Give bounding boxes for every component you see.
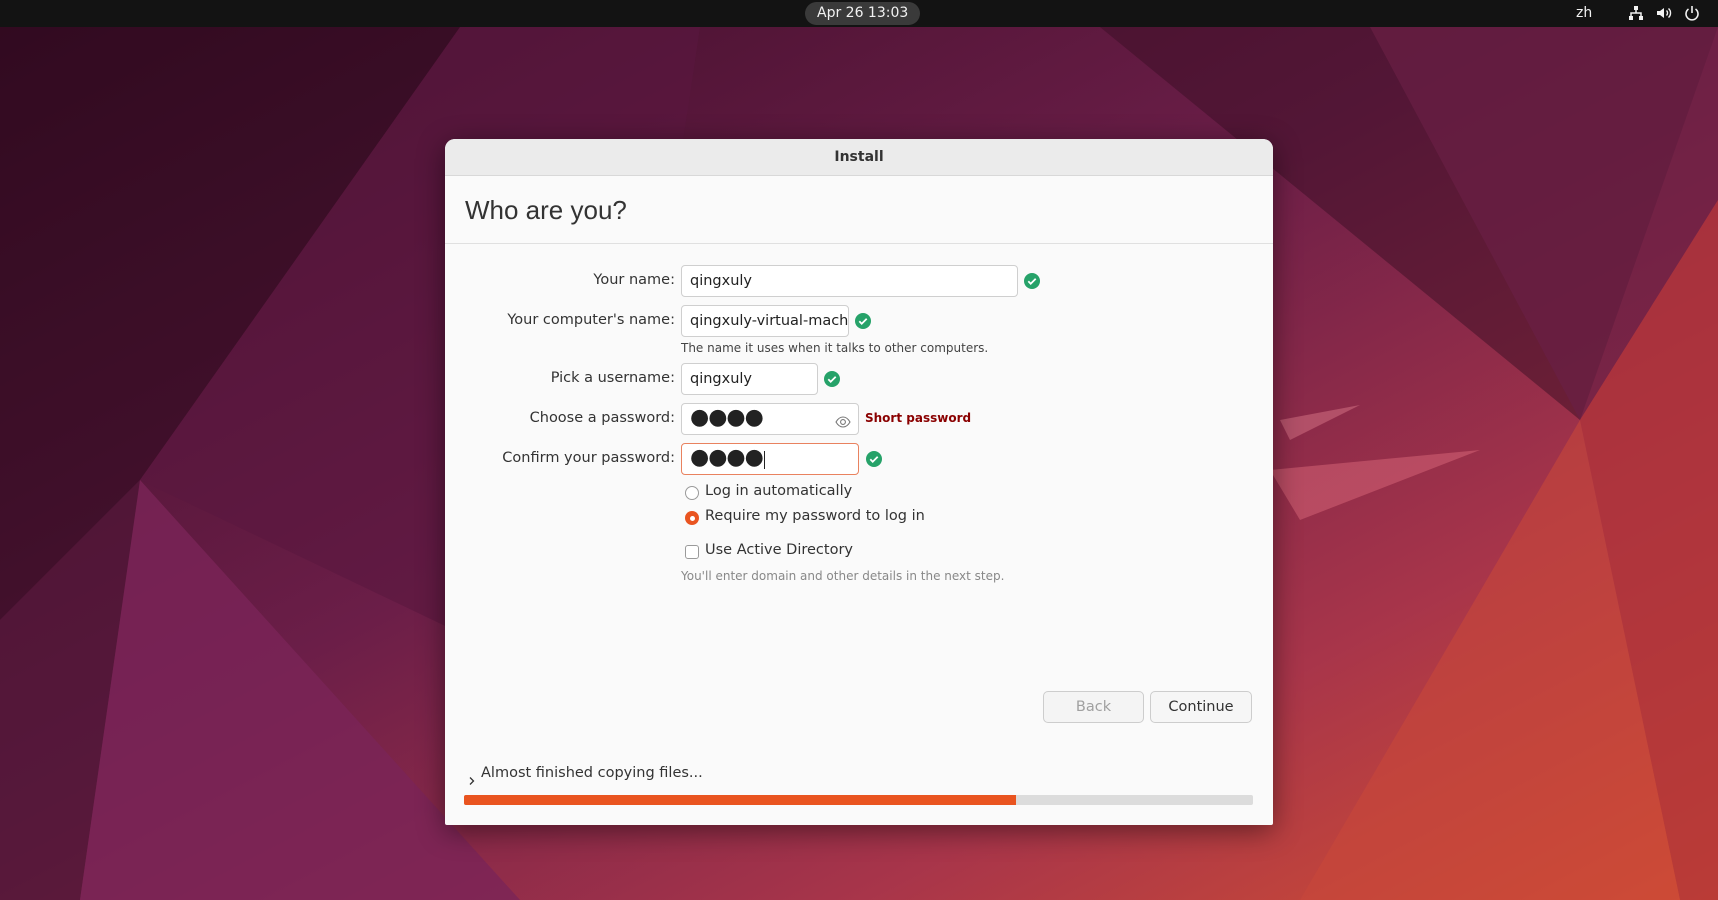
divider bbox=[445, 243, 1273, 244]
active-directory-checkbox[interactable] bbox=[685, 545, 699, 559]
network-icon[interactable] bbox=[1627, 4, 1645, 22]
back-button[interactable]: Back bbox=[1043, 691, 1144, 723]
text-cursor bbox=[763, 451, 765, 469]
password-strength-warning: Short password bbox=[865, 411, 972, 425]
password-label: Choose a password: bbox=[529, 410, 675, 426]
confirm-password-value: ●●●● bbox=[690, 445, 764, 470]
active-directory-label[interactable]: Use Active Directory bbox=[705, 542, 853, 558]
progress-status[interactable]: Almost finished copying files... bbox=[481, 765, 703, 781]
power-icon[interactable] bbox=[1683, 4, 1701, 22]
valid-check-icon bbox=[824, 371, 840, 387]
input-language-indicator[interactable]: zh bbox=[1576, 0, 1592, 27]
auto-login-radio[interactable] bbox=[685, 486, 699, 500]
confirm-password-label: Confirm your password: bbox=[502, 450, 675, 466]
show-password-eye-icon[interactable] bbox=[835, 411, 851, 428]
your-name-label: Your name: bbox=[593, 272, 675, 288]
valid-check-icon bbox=[1024, 273, 1040, 289]
clock[interactable]: Apr 26 13:03 bbox=[805, 2, 921, 25]
volume-icon[interactable] bbox=[1655, 4, 1673, 22]
your-name-input[interactable]: qingxuly bbox=[681, 265, 1018, 297]
computer-name-input[interactable]: qingxuly-virtual-machine bbox=[681, 305, 849, 337]
auto-login-label[interactable]: Log in automatically bbox=[705, 483, 852, 499]
password-value: ●●●● bbox=[690, 405, 764, 430]
installer-window: Install Who are you? Your name: qingxuly… bbox=[445, 139, 1273, 825]
require-password-label[interactable]: Require my password to log in bbox=[705, 508, 925, 524]
valid-check-icon bbox=[866, 451, 882, 467]
chevron-right-icon[interactable] bbox=[467, 771, 477, 785]
window-title: Install bbox=[445, 139, 1273, 176]
computer-name-hint: The name it uses when it talks to other … bbox=[681, 341, 989, 355]
page-title: Who are you? bbox=[465, 195, 627, 225]
valid-check-icon bbox=[855, 313, 871, 329]
confirm-password-input[interactable]: ●●●● bbox=[681, 443, 859, 475]
password-input[interactable]: ●●●● bbox=[681, 403, 859, 435]
require-password-radio[interactable] bbox=[685, 511, 699, 525]
active-directory-hint: You'll enter domain and other details in… bbox=[681, 569, 1005, 583]
username-input[interactable]: qingxuly bbox=[681, 363, 818, 395]
computer-name-label: Your computer's name: bbox=[507, 312, 675, 328]
top-bar: Apr 26 13:03 zh bbox=[0, 0, 1718, 27]
progress-bar bbox=[464, 795, 1253, 805]
username-label: Pick a username: bbox=[550, 370, 675, 386]
continue-button[interactable]: Continue bbox=[1150, 691, 1252, 723]
progress-bar-fill bbox=[464, 795, 1017, 805]
